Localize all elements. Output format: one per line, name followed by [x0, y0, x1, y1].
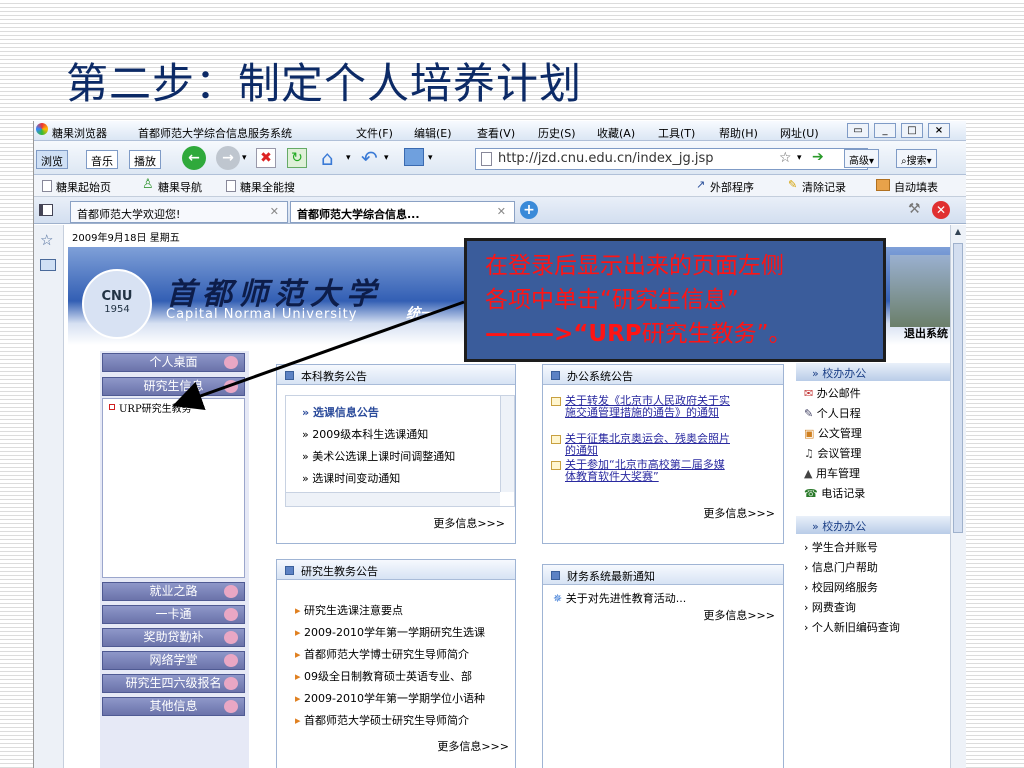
arrow-line — [172, 300, 465, 411]
pointer-arrow — [172, 300, 465, 411]
